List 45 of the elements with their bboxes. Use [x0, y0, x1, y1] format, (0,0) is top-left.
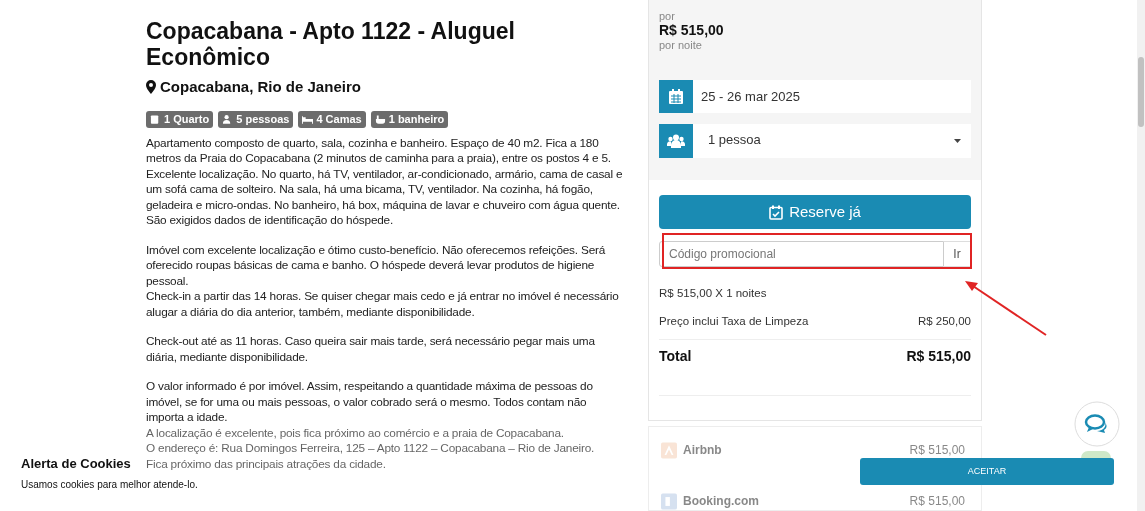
description-text: Fica próximo das principais atrações da cidade. [146, 456, 387, 472]
apply-button[interactable]: Ir [944, 241, 971, 267]
accept-button[interactable]: ACEITAR [860, 458, 1114, 485]
calendar-check-icon [769, 204, 784, 220]
description-text: Check-in a partir das 14 horas. Se quiser chegar mais cedo e já entrar no imóvel é necessário alugar a diária do dia anterior, também, mediante disponibilidade. [146, 289, 620, 320]
description-text: O valor informado é por imóvel. Assim, respeitando a quantidade máxima de pessoas do imóvel, se for uma ou mais pessoas, o valor cobrado será o mesmo. Todos contam não importa a idade. [146, 379, 594, 426]
reserve-button[interactable]: Reserve já [659, 195, 971, 229]
booking-logo-icon [661, 492, 677, 510]
description-text: A localização é excelente, pois fica próximo ao comércio e a praia de Copacabana. [146, 425, 565, 441]
listing-title: Copacabana - Apto 1122 - Aluguel Econômico [146, 18, 516, 70]
bed-icon [302, 113, 314, 125]
amenity-badge: 1 banheiro [370, 110, 449, 128]
amenity-badge: 1 Quarto [146, 110, 214, 128]
description-text: Imóvel com excelente localização e ótimo custo-benefício. Não oferecemos refeições. Será oferecido roupas básicas de cama e banho. O hóspede deverá levar produtos de higiene pessoal. [146, 242, 607, 289]
description-text: Apartamento composto de quarto, sala, cozinha e banheiro. Espaço de 40 m2. Fica a 180 metros da Praia do Copacabana (2 minutos de caminha para a praia), entre os postos 4 e 5. Excelente localização. No quarto, há TV, ventilador, ar-condicionado, armário, cama de casal e um sofá cama de solteiro. Na sala, há uma bicama, TV, ventilador. Na cozinha, há fogão, geladeira e micro-ondas. No banheiro, há box, máquina de lavar e chuveiro com água quente. São exigidos dados de identificação do hóspede. [146, 135, 624, 229]
chat-icon[interactable] [1074, 401, 1120, 447]
bathtub-icon [374, 113, 386, 125]
site-price: R$ 515,00 [909, 442, 965, 459]
price-text: R$ 515,00 [659, 22, 725, 38]
price-line-label: R$ 515,00 X 1 noites [659, 286, 767, 301]
people-icon [667, 134, 685, 148]
cookie-message: Usamos cookies para melhor atende-lo. [21, 478, 198, 492]
site-name: Airbnb [683, 442, 723, 459]
promo-code-field[interactable]: Código promocional [659, 241, 944, 267]
total-value: R$ 515,00 [906, 346, 971, 366]
airbnb-logo-icon [661, 441, 677, 459]
description-text: Check-out até as 11 horas. Caso queira sair mais tarde, será necessário pegar mais uma diária, mediante disponibilidade. [146, 334, 596, 365]
total-label: Total [659, 346, 692, 366]
guests-select[interactable]: 1 pessoa [659, 124, 971, 158]
price-line-label: Preço inclui Taxa de Limpeza [659, 314, 809, 330]
map-pin-icon [146, 80, 156, 95]
amenity-badge: 5 pessoas [218, 110, 294, 128]
site-name: Booking.com [683, 493, 760, 510]
site-price: R$ 515,00 [909, 493, 965, 510]
calendar-icon [669, 89, 683, 104]
price-line-value: R$ 250,00 [917, 314, 971, 330]
date-field[interactable]: 25 - 26 mar 2025 [659, 80, 971, 113]
cookie-title: Alerta de Cookies [21, 455, 131, 473]
amenity-badge: 4 Camas [298, 110, 366, 128]
price-suffix: por noite [659, 38, 703, 52]
caret-icon [954, 139, 961, 143]
door-icon [150, 113, 161, 125]
location-text: Copacabana, Rio de Janeiro [160, 77, 361, 97]
description-text: O endereço é: Rua Domingos Ferreira, 125 – Apto 1122 – Copacabana – Rio de Janeiro. [146, 441, 596, 457]
price-prefix: por [659, 10, 676, 22]
